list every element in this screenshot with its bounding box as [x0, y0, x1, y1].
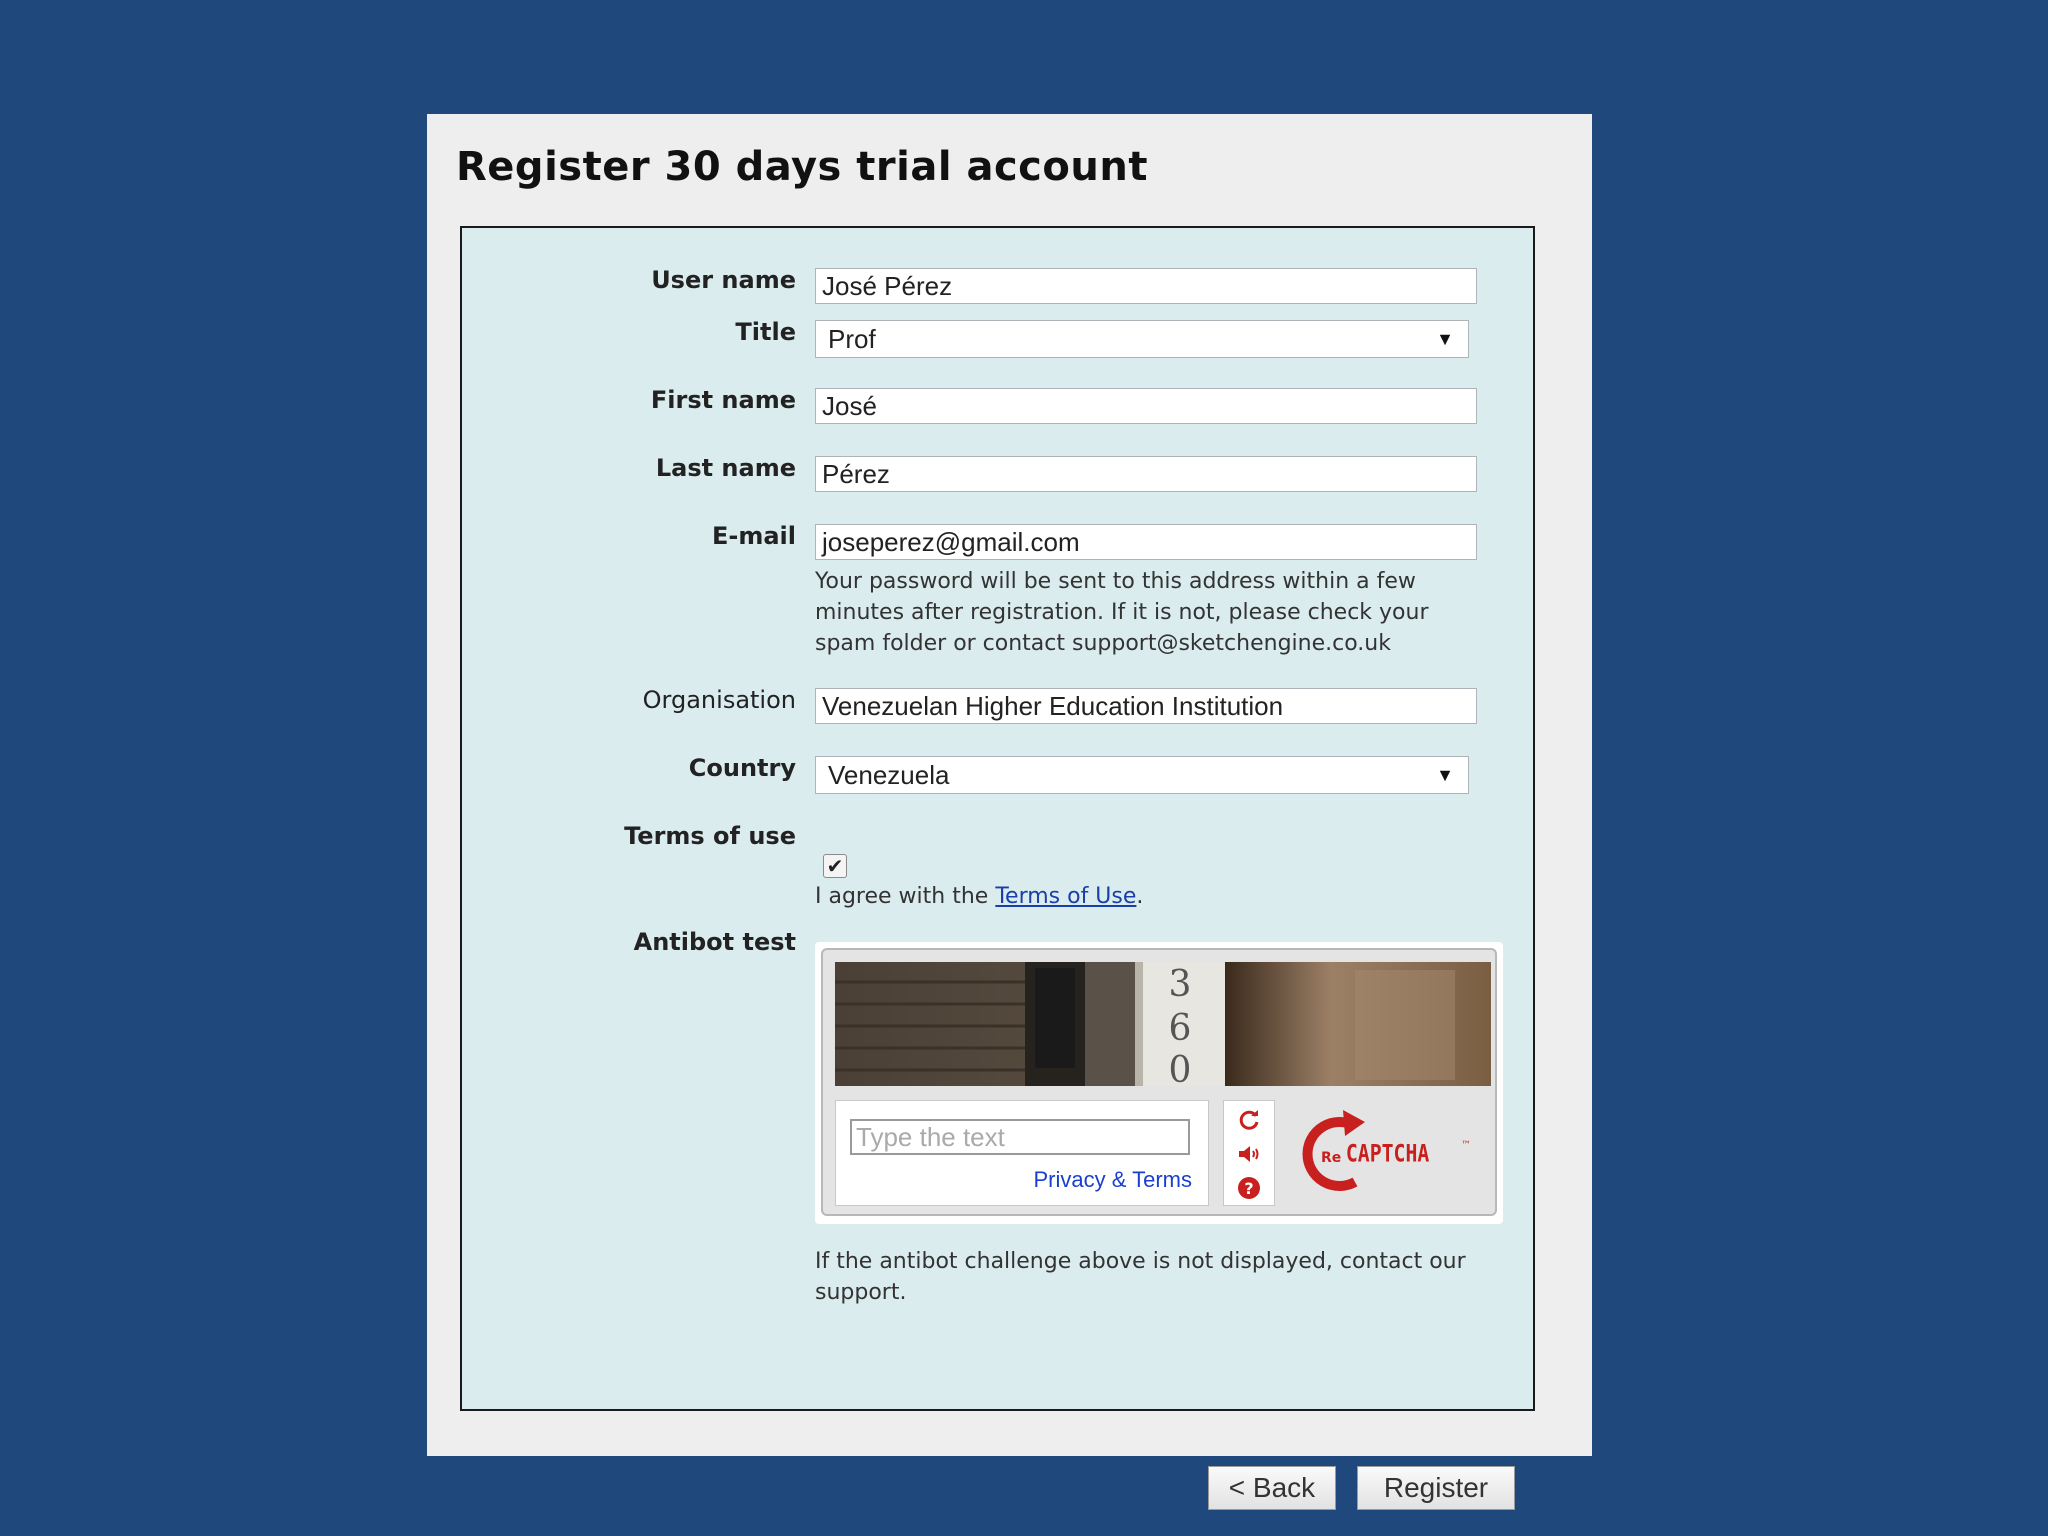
email-help-line: Your password will be sent to this addre… — [815, 569, 1416, 594]
captcha-digit: 3 — [1169, 964, 1192, 1005]
recaptcha-frame: 3 6 0 Type the text Privacy & Terms ? Re… — [821, 948, 1497, 1216]
organisation-label: Organisation — [642, 686, 796, 714]
captcha-digit: 6 — [1169, 1008, 1192, 1049]
terms-of-use-link[interactable]: Terms of Use — [995, 884, 1136, 909]
recaptcha-logo: Re CAPTCHA ™ — [1291, 1100, 1491, 1206]
username-label: User name — [651, 266, 796, 294]
email-label: E-mail — [711, 522, 796, 550]
captcha-response-input[interactable]: Type the text — [850, 1119, 1190, 1155]
svg-text:?: ? — [1244, 1179, 1253, 1198]
lastname-field[interactable]: Pérez — [815, 456, 1477, 492]
dropdown-arrow-icon: ▼ — [1436, 765, 1454, 785]
terms-agree-text: I agree with the Terms of Use. — [815, 884, 1143, 909]
back-button[interactable]: < Back — [1208, 1466, 1336, 1510]
firstname-label: First name — [650, 386, 796, 414]
refresh-icon[interactable] — [1236, 1107, 1262, 1133]
title-label: Title — [735, 318, 796, 346]
registration-form: User name José Pérez Title Prof ▼ First … — [460, 226, 1535, 1510]
terms-label: Terms of use — [624, 822, 796, 850]
recaptcha-widget: 3 6 0 Type the text Privacy & Terms ? Re… — [815, 942, 1503, 1224]
captcha-image: 3 6 0 — [835, 962, 1491, 1086]
title-select[interactable]: Prof ▼ — [815, 320, 1469, 358]
privacy-terms-link[interactable]: Privacy & Terms — [1033, 1167, 1192, 1193]
help-icon[interactable]: ? — [1236, 1175, 1262, 1201]
audio-icon[interactable] — [1236, 1141, 1262, 1167]
captcha-tools: ? — [1223, 1100, 1275, 1206]
antibot-note-line: If the antibot challenge above is not di… — [815, 1249, 1466, 1274]
captcha-entry-box: Type the text Privacy & Terms — [835, 1100, 1209, 1206]
recaptcha-logo-tm: ™ — [1461, 1140, 1471, 1151]
organisation-field[interactable]: Venezuelan Higher Education Institution — [815, 688, 1477, 724]
lastname-label: Last name — [655, 454, 796, 482]
country-label: Country — [688, 754, 796, 782]
page-title: Register 30 days trial account — [456, 144, 1148, 190]
antibot-note: If the antibot challenge above is not di… — [815, 1246, 1466, 1308]
register-button[interactable]: Register — [1357, 1466, 1515, 1510]
agree-suffix: . — [1136, 884, 1144, 909]
firstname-field[interactable]: José — [815, 388, 1477, 424]
captcha-digit: 0 — [1169, 1050, 1192, 1086]
email-help-line: spam folder or contact support@sketcheng… — [815, 631, 1391, 656]
title-select-value: Prof — [828, 324, 876, 354]
email-help-line: minutes after registration. If it is not… — [815, 600, 1429, 625]
email-field[interactable]: joseperez@gmail.com — [815, 524, 1477, 560]
username-field[interactable]: José Pérez — [815, 268, 1477, 304]
terms-checkbox[interactable]: ✔ — [823, 854, 847, 878]
registration-panel: Register 30 days trial account User name… — [427, 114, 1592, 1510]
antibot-note-line: support. — [815, 1280, 907, 1305]
antibot-label: Antibot test — [633, 928, 796, 956]
dropdown-arrow-icon: ▼ — [1436, 329, 1454, 349]
email-help-text: Your password will be sent to this addre… — [815, 566, 1429, 659]
recaptcha-logo-prefix: Re — [1321, 1150, 1341, 1166]
country-select[interactable]: Venezuela ▼ — [815, 756, 1469, 794]
recaptcha-logo-text: CAPTCHA — [1346, 1140, 1429, 1168]
agree-prefix: I agree with the — [815, 884, 996, 909]
country-select-value: Venezuela — [828, 760, 950, 790]
